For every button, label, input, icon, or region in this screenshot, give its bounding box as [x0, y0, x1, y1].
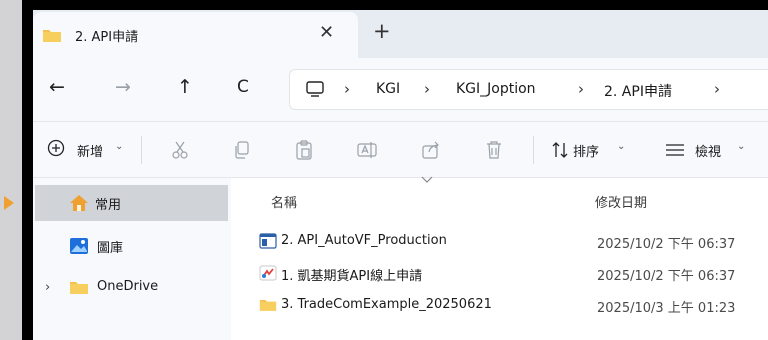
home-icon [69, 194, 89, 216]
sidebar-item-label: 常用 [95, 198, 122, 213]
sidebar-item-home[interactable]: 常用 [35, 185, 228, 221]
file-list: 名稱 修改日期 2. API_AutoVF_Production 2025/10… [231, 176, 768, 340]
refresh-icon[interactable]: C [237, 77, 249, 97]
toolbar-divider [533, 136, 534, 164]
application-icon [259, 233, 277, 253]
file-name: 3. TradeComExample_20250621 [281, 297, 492, 312]
gallery-icon [69, 237, 89, 259]
paste-icon[interactable] [295, 140, 313, 164]
breadcrumb-separator: › [424, 80, 430, 98]
copy-icon[interactable] [233, 140, 251, 164]
list-item[interactable]: 1. 凱基期貨API線上申請 2025/10/2 下午 06:37 [231, 259, 768, 289]
sidebar-item-onedrive[interactable]: › OneDrive [33, 270, 231, 306]
breadcrumb-separator: › [714, 80, 720, 98]
folder-icon [259, 297, 277, 316]
navigation-pane: 常用 圖庫 › OneDrive [33, 178, 231, 340]
file-explorer-window: 2. API申請 ✕ + ← → ↑ C › KGI › KGI_Joption… [22, 0, 768, 340]
web-shortcut-icon [259, 265, 277, 285]
delete-icon[interactable] [485, 140, 503, 164]
view-lines-icon[interactable] [665, 143, 685, 161]
new-tab-button[interactable]: + [373, 19, 391, 43]
folder-icon [42, 27, 62, 47]
sidebar-item-gallery[interactable]: 圖庫 [33, 228, 231, 264]
file-date: 2025/10/3 上午 01:23 [597, 301, 736, 316]
share-icon[interactable] [421, 140, 441, 164]
cut-icon[interactable] [171, 140, 189, 164]
breadcrumb-kgi[interactable]: KGI [376, 81, 400, 97]
sort-icon[interactable] [551, 141, 569, 163]
folder-icon [69, 279, 89, 299]
breadcrumb-kgi-joption[interactable]: KGI_Joption [456, 81, 536, 97]
sort-button-label[interactable]: 排序 [573, 141, 599, 160]
command-toolbar: 新增 ⌄ 排序 ⌄ 檢視 ⌄ [33, 121, 768, 178]
chevron-right-icon[interactable]: › [45, 280, 50, 295]
address-bar[interactable]: › KGI › KGI_Joption › 2. API申請 › [289, 69, 768, 110]
new-button-label[interactable]: 新增 [77, 141, 103, 160]
file-name: 2. API_AutoVF_Production [281, 233, 447, 248]
sidebar-item-label: 圖庫 [97, 241, 124, 256]
forward-arrow-icon[interactable]: → [115, 76, 131, 98]
sort-caret-icon [421, 176, 433, 187]
file-date: 2025/10/2 下午 06:37 [597, 237, 736, 252]
breadcrumb-api-application[interactable]: 2. API申請 [604, 81, 672, 101]
sidebar-item-label: OneDrive [97, 279, 159, 294]
breadcrumb-separator: › [578, 80, 584, 98]
list-item[interactable]: 3. TradeComExample_20250621 2025/10/3 上午… [231, 291, 768, 321]
tab-strip: 2. API申請 ✕ + [33, 10, 768, 58]
orange-pointer-arrow [4, 196, 14, 210]
back-arrow-icon[interactable]: ← [49, 76, 65, 98]
view-button-label[interactable]: 檢視 [695, 141, 721, 160]
toolbar-divider [141, 136, 142, 164]
tab-api-application[interactable]: 2. API申請 ✕ [33, 12, 358, 58]
navigation-bar: ← → ↑ C › KGI › KGI_Joption › 2. API申請 › [33, 58, 768, 121]
rename-icon[interactable] [357, 140, 377, 164]
chevron-down-icon[interactable]: ⌄ [115, 141, 123, 152]
chevron-down-icon[interactable]: ⌄ [737, 141, 745, 152]
plus-circle-icon[interactable] [47, 139, 65, 161]
file-name: 1. 凱基期貨API線上申請 [281, 269, 423, 284]
column-header-name[interactable]: 名稱 [271, 192, 297, 211]
breadcrumb-separator: › [344, 80, 350, 98]
up-arrow-icon[interactable]: ↑ [177, 76, 193, 98]
chevron-down-icon[interactable]: ⌄ [617, 141, 625, 152]
list-item[interactable]: 2. API_AutoVF_Production 2025/10/2 下午 06… [231, 227, 768, 257]
file-date: 2025/10/2 下午 06:37 [597, 269, 736, 284]
column-header-date[interactable]: 修改日期 [595, 192, 647, 211]
close-icon[interactable]: ✕ [319, 22, 334, 43]
content-area: 常用 圖庫 › OneDrive 名稱 修改日期 2. API_AutoVF_P… [33, 176, 768, 340]
tab-title: 2. API申請 [75, 30, 139, 45]
computer-icon [306, 81, 324, 102]
